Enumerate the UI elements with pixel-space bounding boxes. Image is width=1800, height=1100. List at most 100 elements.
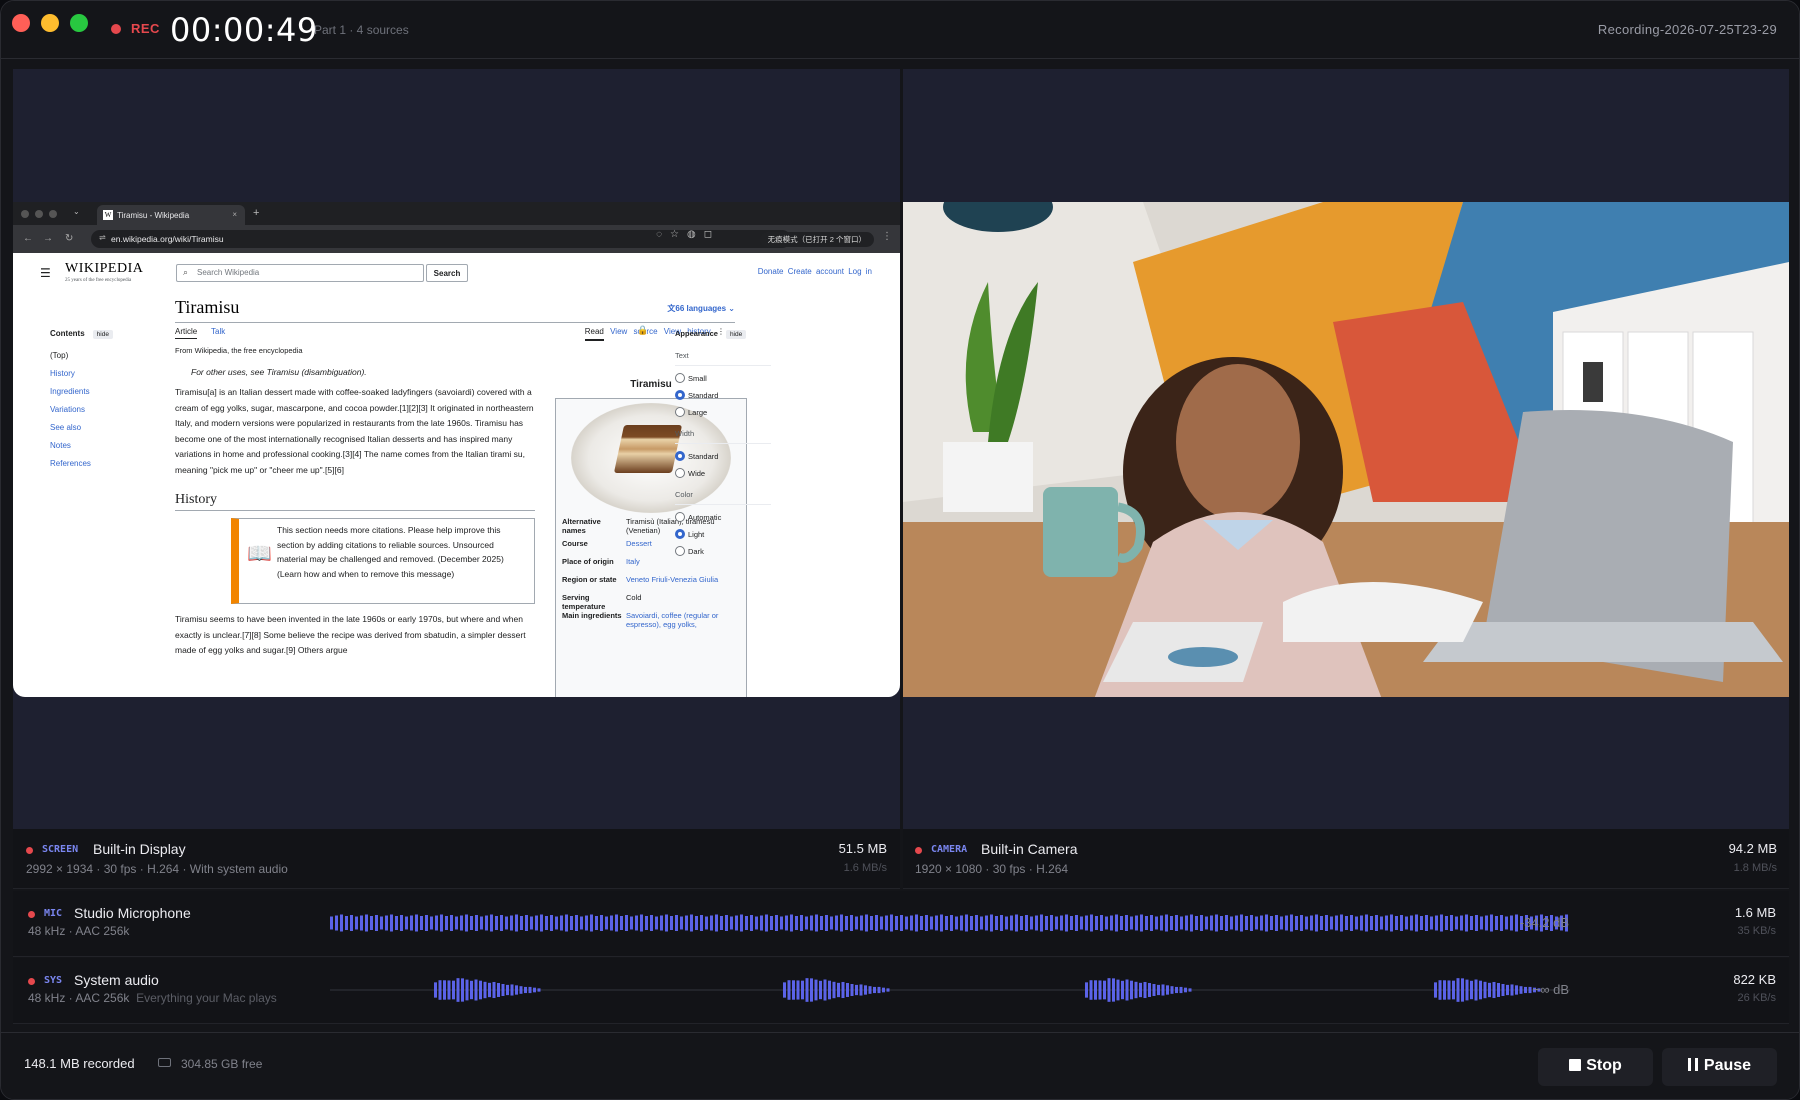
mic-wave-bar xyxy=(1485,915,1488,931)
sys-wave-bar xyxy=(873,986,876,994)
mic-wave-bar xyxy=(1100,915,1103,931)
mic-wave-bar xyxy=(1385,915,1388,931)
sys-wave-bar xyxy=(783,982,786,998)
mic-wave-bar xyxy=(1400,915,1403,931)
appearance-hide-chip: hide xyxy=(725,330,747,339)
mic-wave-bar xyxy=(890,914,893,932)
mic-wave-bar xyxy=(910,915,913,931)
mic-wave-bar xyxy=(1210,915,1213,931)
mic-wave-bar xyxy=(865,914,868,932)
appearance-heading: Appearance hide xyxy=(675,329,771,339)
mic-wave-bar xyxy=(1150,915,1153,931)
sys-wave-bar xyxy=(519,986,523,994)
mic-wave-bar xyxy=(1010,915,1013,931)
mic-wave-bar xyxy=(950,915,953,931)
mic-wave-bar xyxy=(740,914,743,932)
sys-wave-bar xyxy=(1519,986,1523,994)
mic-wave-bar xyxy=(755,916,758,930)
sys-wave-bar xyxy=(510,984,514,996)
mic-wave-bar xyxy=(1215,914,1218,932)
mic-wave-bar xyxy=(790,914,793,932)
cake-slice xyxy=(613,425,683,473)
mic-wave-bar xyxy=(1030,916,1033,930)
screen-meta: 2992 × 1934 · 30 fps · H.264 · With syst… xyxy=(26,862,288,876)
infobox-key: Region or state xyxy=(562,575,617,584)
mic-wave-bar xyxy=(370,916,373,930)
mic-track: MIC Studio Microphone 48 kHz · AAC 256k … xyxy=(13,891,1789,957)
mic-wave-bar xyxy=(700,915,703,931)
pause-button[interactable]: Pause xyxy=(1662,1048,1777,1086)
mic-wave-bar xyxy=(555,916,558,930)
mic-wave-bar xyxy=(770,916,773,930)
recording-dot-icon xyxy=(111,24,121,34)
sys-wave-bar xyxy=(1139,982,1142,998)
mic-waveform xyxy=(330,914,1568,932)
wikipedia-page: ☰ WIKIPEDIA 25 years of the free encyclo… xyxy=(13,253,900,697)
sys-wave-bar xyxy=(1461,978,1464,1002)
mic-wave-bar xyxy=(480,916,483,930)
stop-button[interactable]: Stop xyxy=(1538,1048,1653,1086)
mic-wave-bar xyxy=(835,915,838,931)
minimize-window-button[interactable] xyxy=(41,14,59,32)
mic-wave-bar xyxy=(1015,914,1018,932)
mic-wave-bar xyxy=(1465,914,1468,932)
mic-wave-bar xyxy=(1135,915,1138,931)
mic-wave-bar xyxy=(450,915,453,931)
sys-wave-bar xyxy=(1089,980,1093,1000)
infobox-value: Savoiardi, coffee (regular or espresso),… xyxy=(626,611,719,629)
mic-wave-bar xyxy=(1310,915,1313,931)
sys-wave-bar xyxy=(1098,980,1102,1000)
close-window-button[interactable] xyxy=(12,14,30,32)
mic-wave-bar xyxy=(1435,915,1438,931)
sys-wave-bar xyxy=(1184,987,1187,993)
toc-item: (Top) xyxy=(50,351,69,360)
sys-wave-bar xyxy=(1470,980,1473,1000)
mic-wave-bar xyxy=(585,915,588,931)
browser-url-text: en.wikipedia.org/wiki/Tiramisu xyxy=(111,234,224,244)
mic-wave-bar xyxy=(1125,915,1128,931)
sys-wave-bar xyxy=(1438,980,1442,1000)
toc-item: See also xyxy=(50,423,82,432)
mic-wave-bar xyxy=(375,915,378,931)
mic-wave-bar xyxy=(365,914,368,932)
mic-wave-bar xyxy=(620,916,623,930)
mic-wave-bar xyxy=(690,914,693,932)
disk-icon xyxy=(158,1058,171,1067)
sys-wave-bar xyxy=(488,982,491,998)
infobox-key: Course xyxy=(562,539,588,548)
camera-record-dot-icon xyxy=(915,847,922,854)
sys-wave-bar xyxy=(452,980,455,1000)
sys-wave-bar xyxy=(537,988,541,992)
mic-wave-bar xyxy=(1495,916,1498,930)
mic-wave-bar xyxy=(935,915,938,931)
mic-wave-bar xyxy=(445,916,448,930)
new-tab-icon: + xyxy=(253,207,260,219)
mic-wave-bar xyxy=(1440,914,1443,932)
mic-wave-bar xyxy=(440,914,443,932)
mic-wave-bar xyxy=(645,916,648,930)
sys-wave-bar xyxy=(479,980,482,1000)
mic-wave-bar xyxy=(530,916,533,930)
zoom-window-button[interactable] xyxy=(70,14,88,32)
appearance-title: Appearance xyxy=(675,329,718,338)
sys-wave-bar xyxy=(1152,983,1156,997)
sys-wave-bar xyxy=(1488,982,1491,998)
wiki-search-button: Search xyxy=(426,264,468,282)
mic-wave-bar xyxy=(575,915,578,931)
mic-wave-bar xyxy=(1120,916,1123,930)
mic-wave-bar xyxy=(420,916,423,930)
mic-tag: MIC xyxy=(44,908,63,919)
mic-wave-bar xyxy=(1350,915,1353,931)
citation-notice-text: This section needs more citations. Pleas… xyxy=(277,525,504,579)
radio-option: Large xyxy=(675,407,771,417)
mic-wave-bar xyxy=(500,915,503,931)
mic-wave-bar xyxy=(695,916,698,930)
mic-wave-bar xyxy=(870,916,873,930)
width-label: Width xyxy=(675,429,771,444)
mic-wave-bar xyxy=(1230,916,1233,930)
mic-wave-bar xyxy=(1200,915,1203,931)
camera-feed xyxy=(903,202,1789,697)
sys-wave-bar xyxy=(850,983,854,997)
sys-wave-bar xyxy=(805,978,809,1002)
mic-wave-bar xyxy=(1080,916,1083,930)
